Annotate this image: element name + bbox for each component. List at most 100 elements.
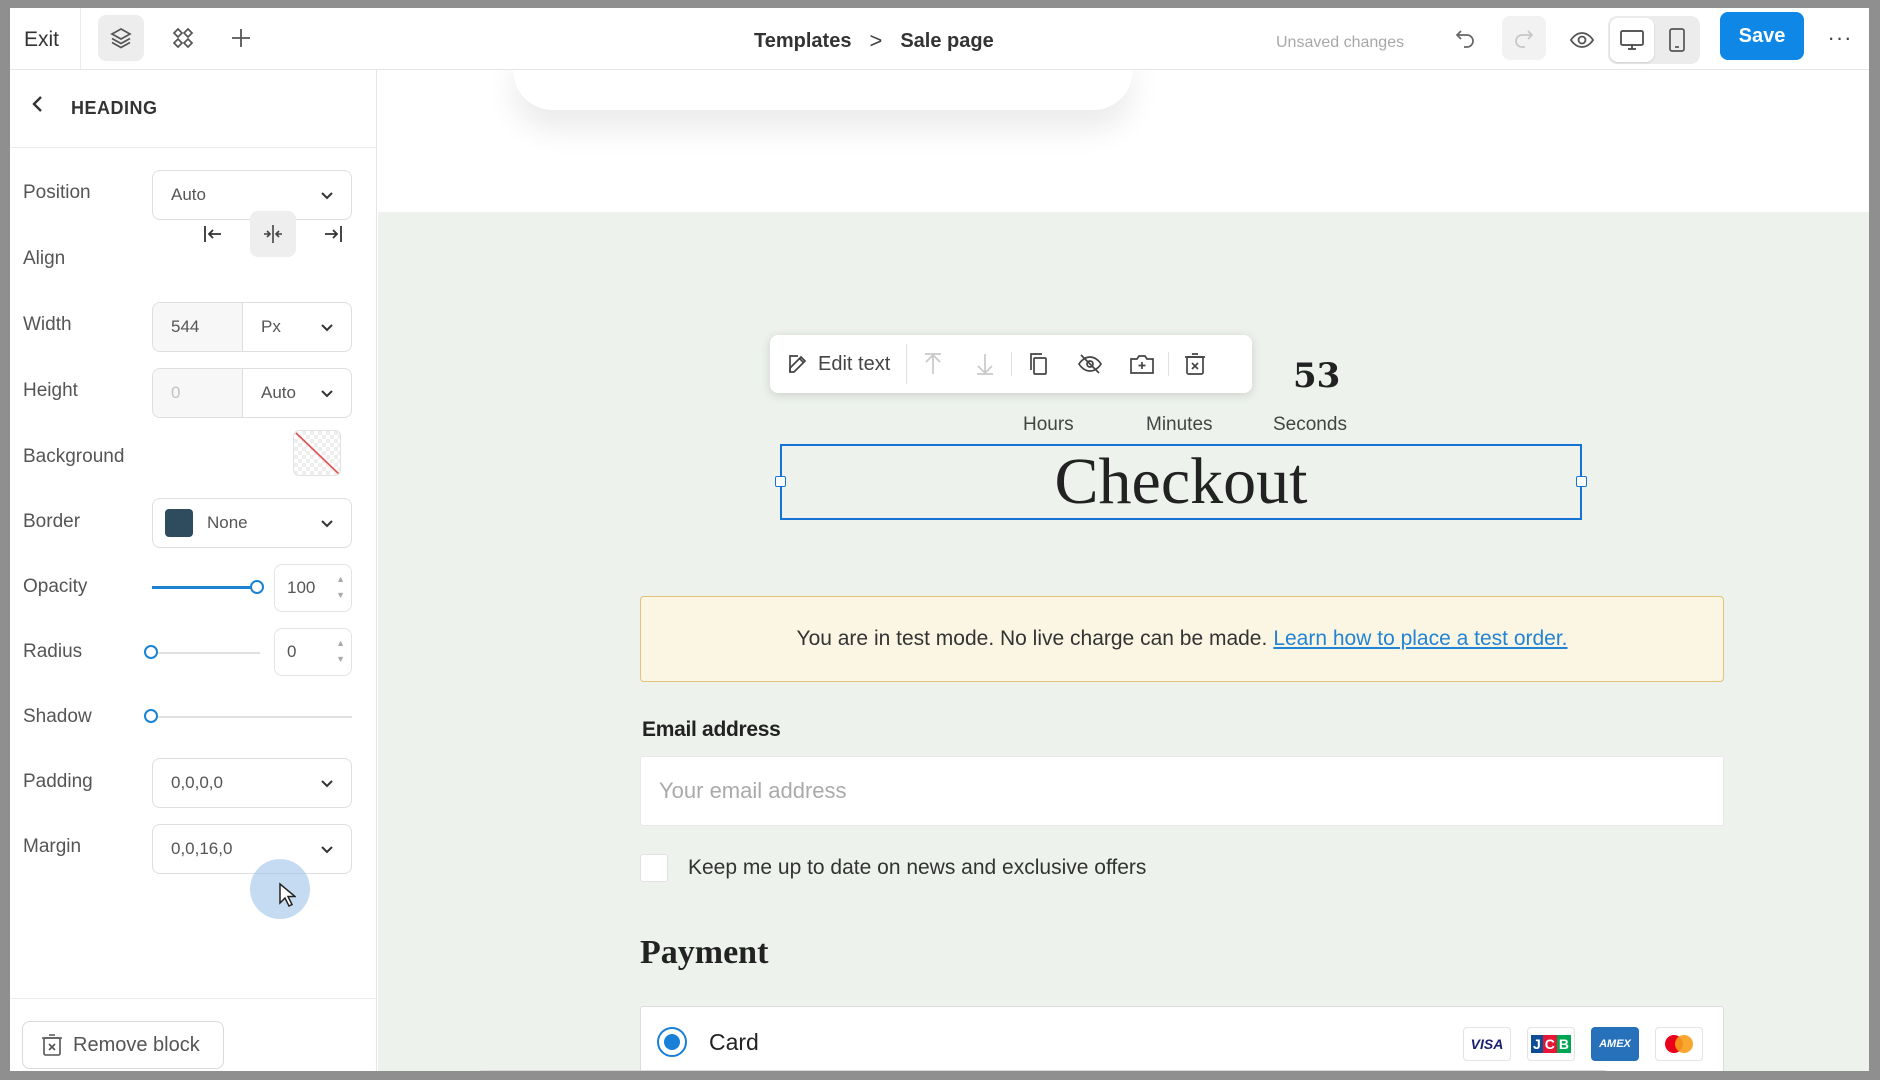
save-block-button[interactable]: [1116, 344, 1168, 384]
padding-select[interactable]: 0,0,0,0: [152, 758, 352, 808]
background-color-swatch[interactable]: [293, 430, 341, 476]
stepper-arrows-icon[interactable]: ▲ ▼: [336, 635, 345, 667]
save-block-icon: [1130, 355, 1155, 374]
newsletter-checkbox[interactable]: [640, 854, 668, 882]
redo-button[interactable]: [1502, 16, 1546, 60]
align-center-button[interactable]: [250, 211, 296, 257]
amex-icon: AMEX: [1591, 1027, 1639, 1061]
page-title[interactable]: Checkout: [1055, 444, 1308, 520]
amex-label: AMEX: [1599, 1038, 1631, 1050]
exit-button[interactable]: Exit: [24, 28, 59, 52]
top-bar: Exit Templates > Sale page Unsaved chang…: [10, 8, 1869, 70]
align-group: [190, 211, 356, 257]
width-unit-select[interactable]: Px: [243, 303, 351, 351]
background-label: Background: [23, 446, 125, 467]
more-options-button[interactable]: ···: [1822, 20, 1858, 56]
border-color-swatch: [165, 509, 193, 537]
no-color-icon: [294, 431, 340, 475]
radius-stepper[interactable]: 0 ▲ ▼: [274, 628, 352, 676]
desktop-view-button[interactable]: [1610, 18, 1654, 62]
redo-icon: [1515, 30, 1534, 48]
height-input[interactable]: 0: [153, 369, 243, 417]
move-down-icon: [977, 354, 994, 375]
hide-icon: [1078, 354, 1103, 374]
mobile-view-button[interactable]: [1656, 18, 1698, 62]
selected-heading-block[interactable]: Checkout: [775, 444, 1587, 520]
delete-button[interactable]: [1169, 344, 1221, 384]
panel-header: HEADING: [10, 70, 376, 148]
radius-slider-track[interactable]: [152, 652, 260, 654]
edit-pencil-icon: [789, 355, 807, 373]
panel-title: HEADING: [71, 98, 158, 118]
mastercard-logo: [1665, 1035, 1693, 1053]
editor-canvas: 53 Hours Minutes Seconds Edit text Check…: [378, 70, 1869, 1071]
card-payment-option[interactable]: Card VISA JCB AMEX: [640, 1006, 1724, 1071]
align-left-button[interactable]: [190, 211, 236, 257]
app-window: Exit Templates > Sale page Unsaved chang…: [10, 8, 1869, 1071]
height-unit-select[interactable]: Auto: [243, 369, 351, 417]
visa-icon: VISA: [1463, 1027, 1511, 1061]
preview-button[interactable]: [1560, 18, 1604, 62]
move-up-icon: [925, 353, 942, 374]
layers-icon: [110, 28, 132, 49]
countdown-seconds-label: Seconds: [1273, 414, 1347, 435]
email-label: Email address: [642, 718, 781, 741]
newsletter-label: Keep me up to date on news and exclusive…: [688, 856, 1147, 879]
remove-block-button[interactable]: Remove block: [22, 1021, 224, 1069]
width-input[interactable]: 544: [153, 303, 243, 351]
device-toggle: [1608, 16, 1700, 64]
resize-handle-left[interactable]: [775, 476, 786, 487]
chevron-down-icon: [321, 390, 333, 398]
resize-handle-right[interactable]: [1576, 476, 1587, 487]
edit-text-label: Edit text: [818, 352, 891, 375]
stepper-arrows-icon[interactable]: ▲ ▼: [336, 571, 345, 603]
components-icon: [172, 27, 194, 49]
chevron-down-icon: [321, 324, 333, 332]
height-control: 0 Auto: [152, 368, 352, 418]
hide-button[interactable]: [1064, 344, 1116, 384]
shadow-slider-track[interactable]: [152, 716, 352, 718]
edit-text-button[interactable]: Edit text: [786, 344, 908, 384]
opacity-label: Opacity: [23, 576, 88, 597]
jcb-b: B: [1556, 1035, 1572, 1053]
save-button[interactable]: Save: [1720, 12, 1804, 60]
block-toolbar: Edit text: [770, 335, 1252, 393]
divider: [80, 8, 81, 70]
add-button[interactable]: [218, 15, 264, 61]
margin-select[interactable]: 0,0,16,0: [152, 824, 352, 874]
back-arrow-icon[interactable]: [26, 92, 50, 116]
test-order-link[interactable]: Learn how to place a test order.: [1273, 627, 1567, 651]
align-right-button[interactable]: [310, 211, 356, 257]
duplicate-icon: [1030, 353, 1048, 375]
opacity-stepper[interactable]: 100 ▲ ▼: [274, 564, 352, 612]
horizontal-scrollbar[interactable]: [478, 1070, 1608, 1071]
move-down-button[interactable]: [959, 344, 1011, 384]
opacity-slider-handle[interactable]: [250, 580, 264, 594]
mastercard-icon: [1655, 1027, 1703, 1061]
margin-label: Margin: [23, 836, 82, 857]
plus-icon: [232, 29, 250, 47]
margin-value: 0,0,16,0: [171, 839, 233, 858]
undo-button[interactable]: [1443, 16, 1487, 60]
position-value: Auto: [171, 185, 206, 204]
radius-slider-handle[interactable]: [144, 645, 158, 659]
properties-panel: HEADING Position Auto Align Width 544 Px: [10, 70, 377, 1071]
undo-icon: [1455, 30, 1474, 48]
email-field[interactable]: Your email address: [640, 756, 1724, 826]
shadow-slider-handle[interactable]: [144, 709, 158, 723]
duplicate-button[interactable]: [1012, 344, 1064, 384]
card-radio[interactable]: [657, 1027, 687, 1057]
breadcrumb-templates[interactable]: Templates: [754, 30, 851, 53]
mobile-icon: [1669, 28, 1685, 52]
test-mode-notice: You are in test mode. No live charge can…: [640, 596, 1724, 682]
layers-button[interactable]: [98, 15, 144, 61]
shadow-label: Shadow: [23, 706, 92, 727]
countdown-hours-label: Hours: [1023, 414, 1074, 435]
breadcrumb-separator: >: [869, 28, 883, 53]
move-up-button[interactable]: [907, 344, 959, 384]
opacity-slider-fill: [152, 586, 258, 589]
border-select[interactable]: None: [152, 498, 352, 548]
position-label: Position: [23, 182, 91, 203]
components-button[interactable]: [160, 15, 206, 61]
card-label: Card: [709, 1029, 759, 1055]
